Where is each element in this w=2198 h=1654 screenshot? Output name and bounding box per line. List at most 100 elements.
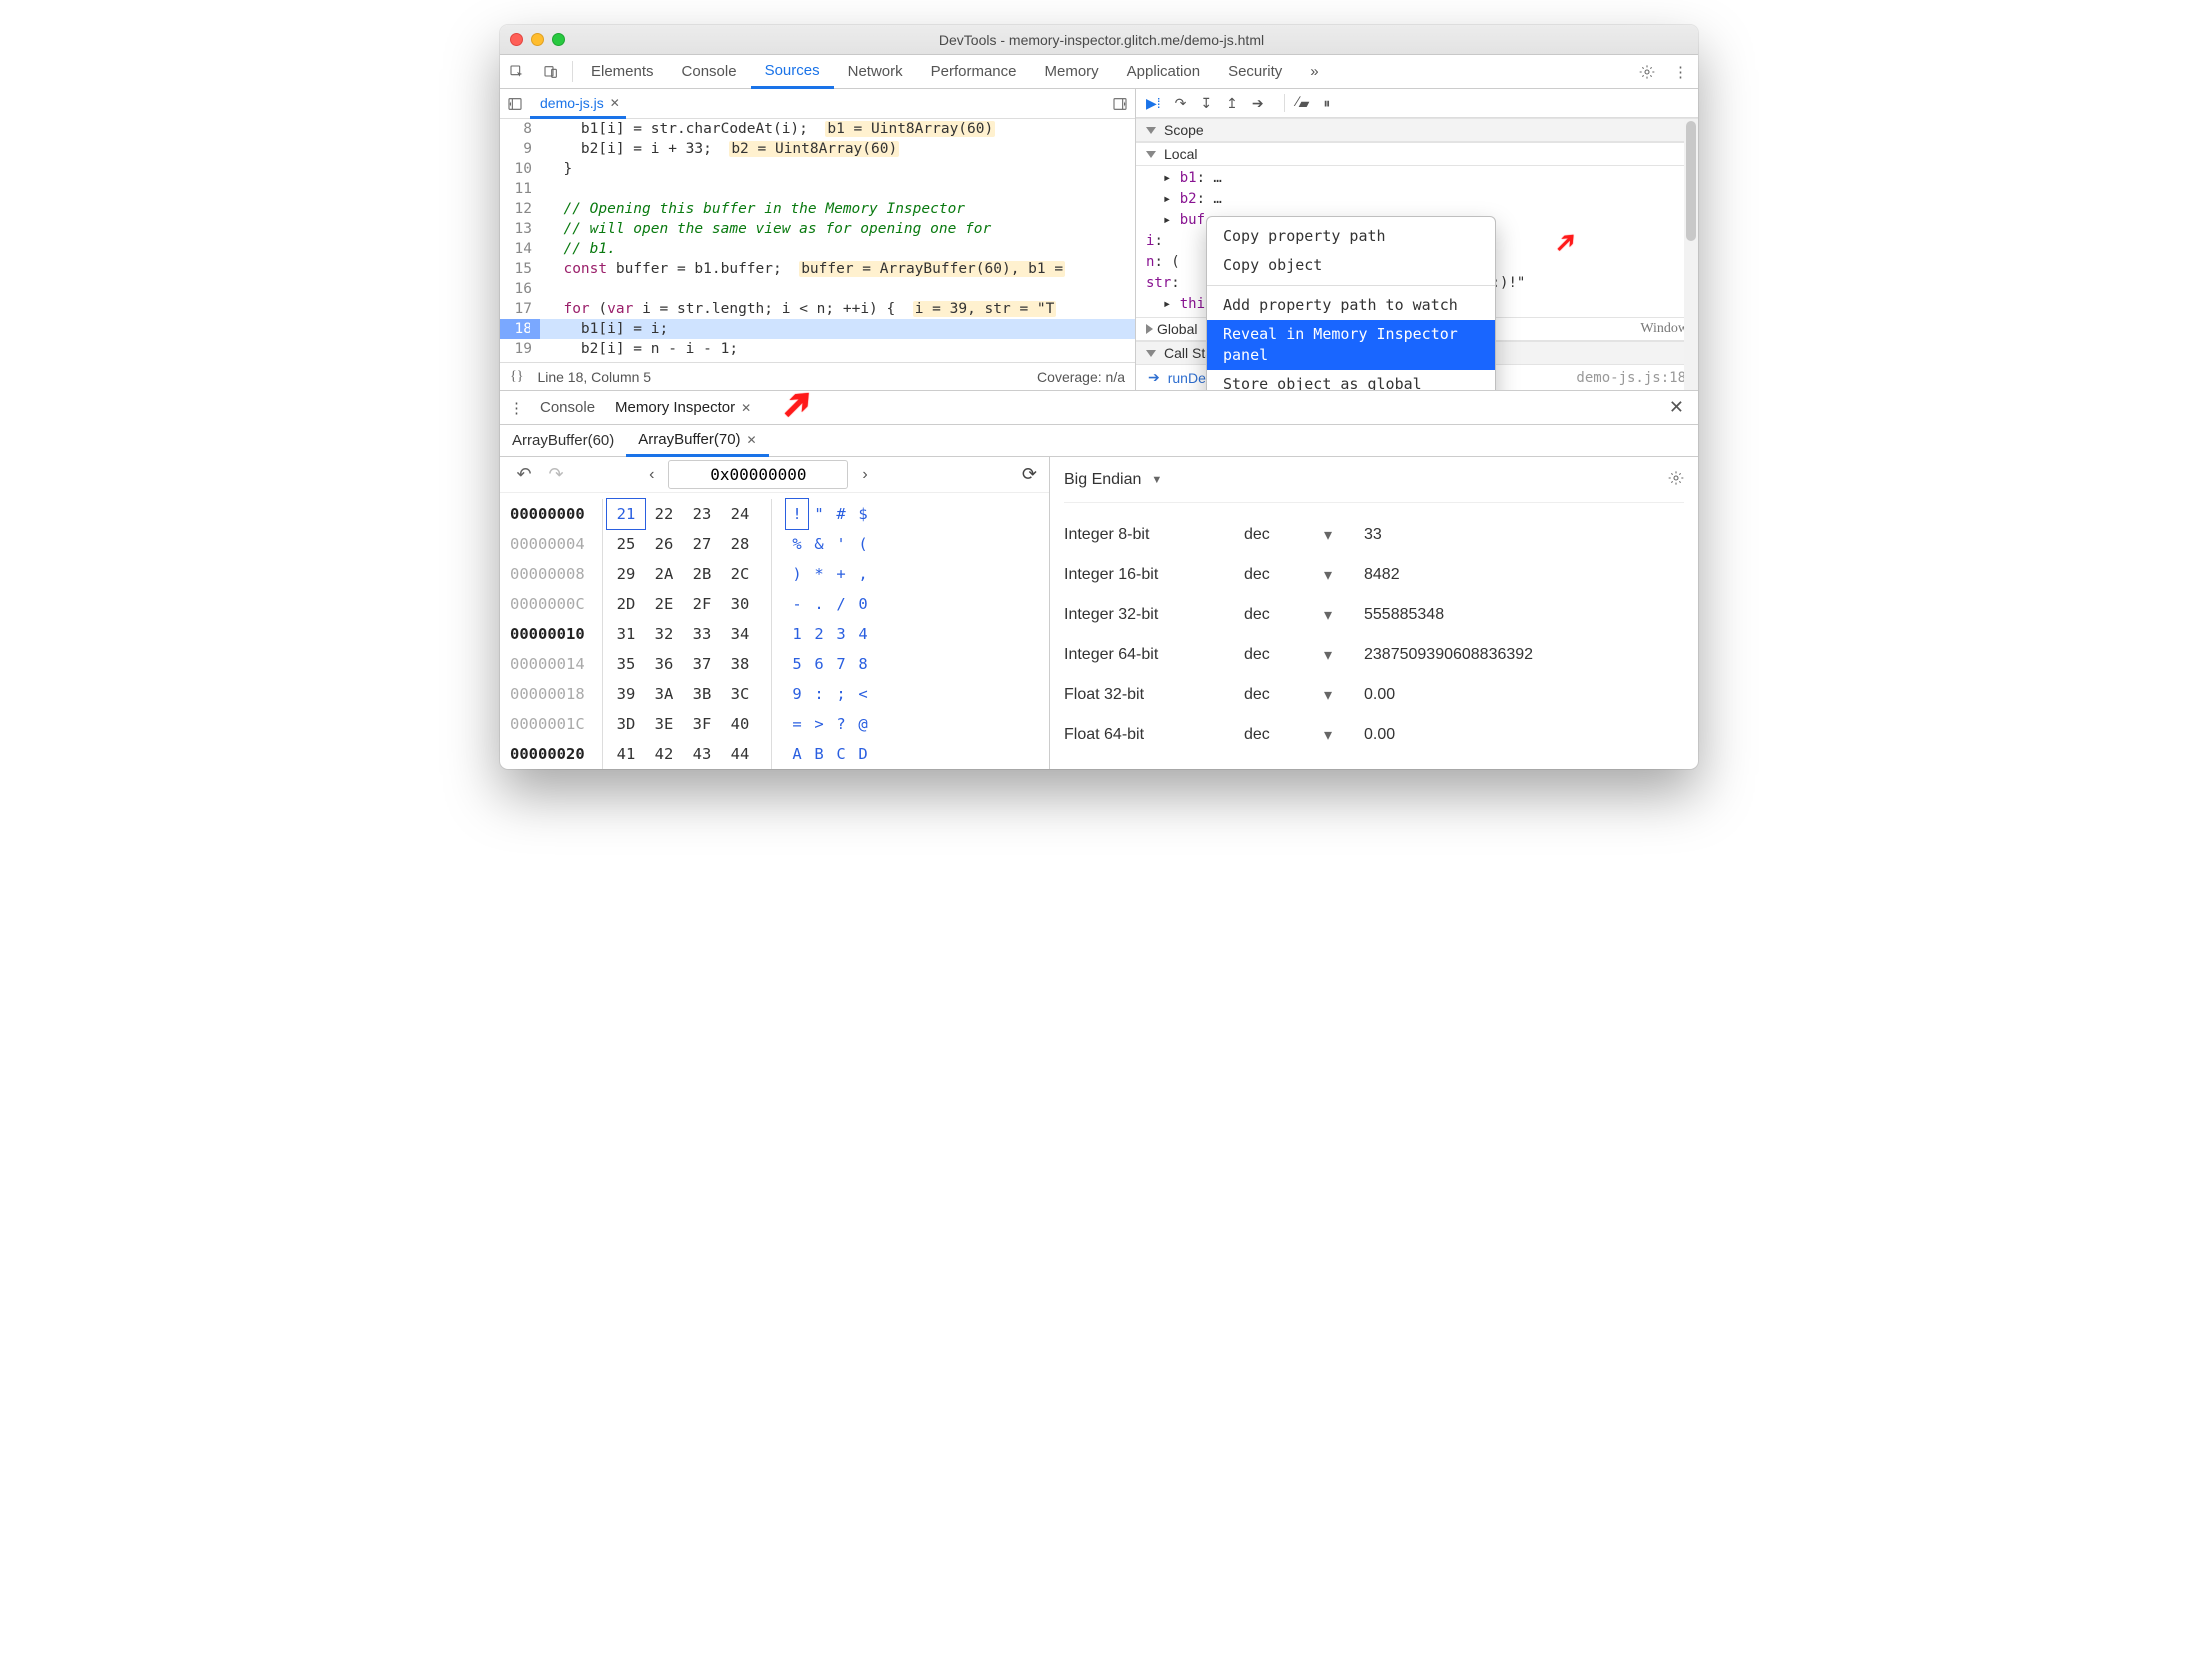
- close-icon[interactable]: ✕: [1669, 397, 1684, 418]
- hex-byte[interactable]: 32: [645, 619, 683, 649]
- hex-row[interactable]: 0000000021222324!"#$: [506, 499, 1049, 529]
- code-line[interactable]: 17 for (var i = str.length; i < n; ++i) …: [500, 299, 1135, 319]
- hex-byte[interactable]: 25: [607, 529, 645, 559]
- deactivate-breakpoints-icon[interactable]: ▰∕: [1299, 95, 1310, 112]
- hex-ascii-char[interactable]: :: [808, 679, 830, 709]
- hex-ascii-char[interactable]: 6: [808, 649, 830, 679]
- kebab-menu-icon[interactable]: ⋮: [1664, 55, 1698, 88]
- hex-ascii-char[interactable]: B: [808, 739, 830, 769]
- line-number[interactable]: 20: [500, 359, 540, 362]
- hex-grid[interactable]: 0000000021222324!"#$0000000425262728%&'(…: [500, 493, 1049, 769]
- insp-format-select[interactable]: dec: [1244, 606, 1324, 624]
- hex-ascii-char[interactable]: $: [852, 499, 874, 529]
- scope-variable[interactable]: ▸ b1: …: [1146, 168, 1698, 189]
- hex-ascii-char[interactable]: %: [786, 529, 808, 559]
- hex-byte[interactable]: 44: [721, 739, 759, 769]
- scope-local-header[interactable]: Local: [1136, 142, 1698, 166]
- code-line[interactable]: 9 b2[i] = i + 33; b2 = Uint8Array(60): [500, 139, 1135, 159]
- hex-byte[interactable]: 3A: [645, 679, 683, 709]
- hex-ascii-char[interactable]: ): [786, 559, 808, 589]
- code-line[interactable]: 13 // will open the same view as for ope…: [500, 219, 1135, 239]
- zoom-window-button[interactable]: [552, 33, 565, 46]
- close-icon[interactable]: ✕: [741, 401, 751, 415]
- hex-byte[interactable]: 38: [721, 649, 759, 679]
- line-number[interactable]: 11: [500, 179, 540, 199]
- line-number[interactable]: 15: [500, 259, 540, 279]
- next-page-icon[interactable]: ›: [862, 466, 867, 484]
- code-line[interactable]: 16: [500, 279, 1135, 299]
- hex-ascii-char[interactable]: 5: [786, 649, 808, 679]
- hex-ascii-char[interactable]: 3: [830, 619, 852, 649]
- hex-ascii-char[interactable]: #: [830, 499, 852, 529]
- hex-byte[interactable]: 35: [607, 649, 645, 679]
- line-number[interactable]: 14: [500, 239, 540, 259]
- hex-ascii-char[interactable]: 4: [852, 619, 874, 649]
- hex-ascii-char[interactable]: C: [830, 739, 852, 769]
- subtab-arraybuffer-70[interactable]: ArrayBuffer(70) ✕: [626, 425, 768, 457]
- hex-byte[interactable]: 3B: [683, 679, 721, 709]
- line-number[interactable]: 13: [500, 219, 540, 239]
- gear-icon[interactable]: [1630, 55, 1664, 88]
- line-number[interactable]: 8: [500, 119, 540, 139]
- hex-ascii-char[interactable]: 0: [852, 589, 874, 619]
- code-line[interactable]: 19 b2[i] = n - i - 1;: [500, 339, 1135, 359]
- reload-icon[interactable]: ⟳: [1022, 464, 1037, 485]
- drawer-tab-memory-inspector[interactable]: Memory Inspector ✕: [605, 391, 771, 424]
- context-menu-item[interactable]: Reveal in Memory Inspector panel: [1207, 320, 1495, 370]
- hex-row[interactable]: 0000000425262728%&'(: [506, 529, 1049, 559]
- address-input[interactable]: [668, 460, 848, 489]
- prev-page-icon[interactable]: ‹: [649, 466, 654, 484]
- insp-format-select[interactable]: dec: [1244, 726, 1324, 744]
- hex-ascii-char[interactable]: ,: [852, 559, 874, 589]
- step-out-icon[interactable]: ↥: [1226, 95, 1238, 112]
- context-menu-item[interactable]: Store object as global variable: [1207, 370, 1495, 390]
- tab-application[interactable]: Application: [1113, 55, 1214, 88]
- context-menu-item[interactable]: Add property path to watch: [1207, 291, 1495, 320]
- chevron-down-icon[interactable]: ▾: [1324, 525, 1364, 545]
- hex-byte[interactable]: 37: [683, 649, 721, 679]
- tab-sources[interactable]: Sources: [751, 55, 834, 89]
- tab-console[interactable]: Console: [668, 55, 751, 88]
- hex-byte[interactable]: 22: [645, 499, 683, 529]
- hex-row[interactable]: 00000018393A3B3C9:;<: [506, 679, 1049, 709]
- insp-format-select[interactable]: dec: [1244, 686, 1324, 704]
- hex-byte[interactable]: 36: [645, 649, 683, 679]
- close-icon[interactable]: ✕: [610, 96, 620, 110]
- hex-byte[interactable]: 2F: [683, 589, 721, 619]
- hex-byte[interactable]: 2A: [645, 559, 683, 589]
- hex-byte[interactable]: 33: [683, 619, 721, 649]
- step-icon[interactable]: ➔: [1252, 95, 1264, 112]
- hex-ascii-char[interactable]: ': [830, 529, 852, 559]
- endian-select[interactable]: Big Endian: [1064, 471, 1141, 489]
- chevron-down-icon[interactable]: ▾: [1324, 605, 1364, 625]
- line-number[interactable]: 19: [500, 339, 540, 359]
- insp-format-select[interactable]: dec: [1244, 526, 1324, 544]
- file-tab-demo-js[interactable]: demo-js.js ✕: [530, 90, 626, 119]
- chevron-down-icon[interactable]: ▾: [1324, 725, 1364, 745]
- tab-network[interactable]: Network: [834, 55, 917, 88]
- hex-ascii-char[interactable]: 2: [808, 619, 830, 649]
- subtab-arraybuffer-60[interactable]: ArrayBuffer(60): [500, 425, 626, 456]
- scope-header[interactable]: Scope: [1136, 118, 1698, 142]
- hex-byte[interactable]: 2E: [645, 589, 683, 619]
- hex-row[interactable]: 0000002041424344ABCD: [506, 739, 1049, 769]
- scope-variable[interactable]: ▸ b2: …: [1146, 189, 1698, 210]
- hex-ascii-char[interactable]: +: [830, 559, 852, 589]
- chevron-down-icon[interactable]: ▾: [1324, 565, 1364, 585]
- inspect-element-icon[interactable]: [500, 55, 534, 88]
- line-number[interactable]: 10: [500, 159, 540, 179]
- gear-icon[interactable]: [1668, 470, 1684, 489]
- line-number[interactable]: 16: [500, 279, 540, 299]
- hex-ascii-char[interactable]: <: [852, 679, 874, 709]
- code-line[interactable]: 18 b1[i] = i;: [500, 319, 1135, 339]
- code-line[interactable]: 14 // b1.: [500, 239, 1135, 259]
- hex-ascii-char[interactable]: *: [808, 559, 830, 589]
- hex-byte[interactable]: 39: [607, 679, 645, 709]
- tab-security[interactable]: Security: [1214, 55, 1296, 88]
- hex-row[interactable]: 00000010313233341234: [506, 619, 1049, 649]
- hex-byte[interactable]: 3C: [721, 679, 759, 709]
- insp-format-select[interactable]: dec: [1244, 646, 1324, 664]
- line-number[interactable]: 18: [500, 319, 540, 339]
- tab-elements[interactable]: Elements: [577, 55, 668, 88]
- chevron-down-icon[interactable]: ▾: [1324, 685, 1364, 705]
